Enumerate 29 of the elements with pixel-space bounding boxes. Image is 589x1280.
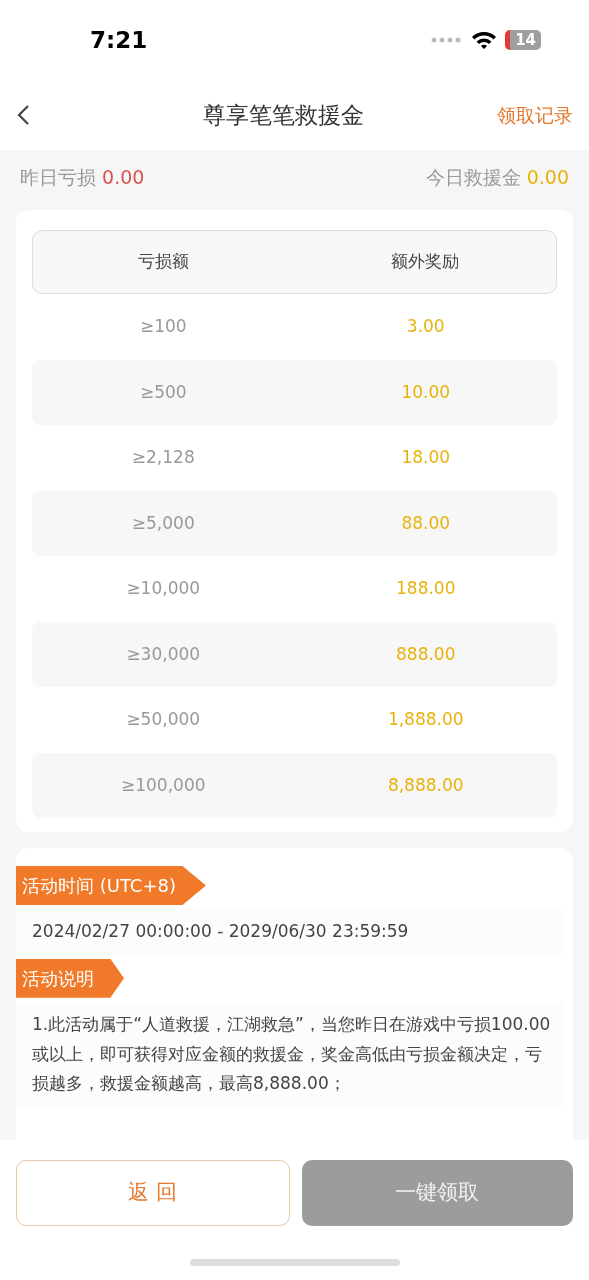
- table-cell-text: ≥10,000: [125, 577, 202, 600]
- table-cell-text: ≥50,000: [125, 708, 202, 731]
- table-cell-text: 88.00: [400, 511, 452, 535]
- page-title: 尊享笔笔救援金: [202, 100, 365, 130]
- column-header: 额外奖励: [390, 250, 461, 274]
- yesterday-loss: 昨日亏损 0.00: [20, 165, 145, 191]
- table-cell-text: 1,888.00: [386, 708, 465, 731]
- table-cell-text: 3.00: [405, 315, 446, 338]
- column-header: 亏损额: [137, 250, 191, 274]
- table-cell-text: 888.00: [395, 642, 457, 666]
- table-cell-text: 18.00: [400, 446, 452, 469]
- table-cell-text: ≥100,000: [119, 773, 207, 797]
- wifi-icon: [471, 30, 498, 50]
- table-cell-text: 10.00: [400, 380, 452, 404]
- table-cell-text: ≥500: [138, 380, 188, 404]
- back-icon[interactable]: [16, 104, 30, 126]
- table-cell-text: ≥30,000: [125, 642, 202, 666]
- table-cell-text: ≥2,128: [130, 446, 196, 469]
- records-link[interactable]: 领取记录: [497, 100, 573, 130]
- table-cell-text: 8,888.00: [386, 773, 465, 797]
- section-tag: 活动时间 (UTC+8): [16, 866, 206, 905]
- table-cell-text: ≥100: [138, 315, 188, 338]
- section-tag: 活动说明: [16, 958, 124, 998]
- battery-icon: 14: [505, 30, 541, 50]
- table-cell-text: ≥5,000: [130, 511, 196, 535]
- table-cell-text: 188.00: [395, 577, 457, 600]
- status-time: 7:21: [90, 25, 148, 55]
- back-button[interactable]: 返 回: [16, 1160, 290, 1226]
- today-rescue: 今日救援金 0.00: [425, 165, 569, 191]
